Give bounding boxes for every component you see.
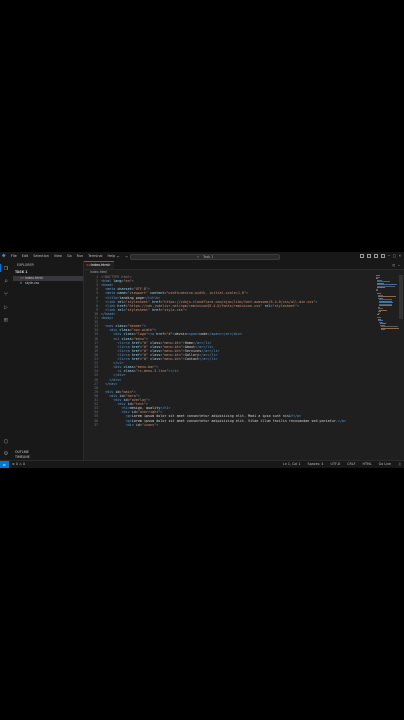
more-actions-icon[interactable]: … <box>398 263 400 267</box>
code-line[interactable]: <body> <box>101 316 113 320</box>
activity-bar: ❐ ⌕ ⑂ ▷ ⊞ ◯ ⚙ <box>0 261 14 460</box>
minimap-line <box>376 290 379 291</box>
menu-view[interactable]: View <box>54 254 62 259</box>
search-text: Task 1 <box>203 254 214 259</box>
menu-run[interactable]: Run <box>77 254 84 259</box>
split-editor-icon[interactable]: ◫ <box>393 263 395 267</box>
code-line[interactable]: <li><a href="#" class="menu-btn">Contact… <box>117 357 217 361</box>
history-nav: ← → <box>117 254 128 259</box>
editor-tabs: <> index.html × ◫ … <box>84 261 404 270</box>
minimap-line <box>379 305 393 306</box>
indentation[interactable]: Spaces: 4 <box>308 461 324 468</box>
code-line[interactable]: </nav> <box>105 382 117 386</box>
error-count: 0 <box>15 462 18 466</box>
layout-toggle-icon[interactable] <box>359 254 364 258</box>
scrollbar-thumb[interactable] <box>399 275 403 319</box>
code-line[interactable]: <p>Lorem ipsum dolor sit amet consectetu… <box>126 419 346 423</box>
source-control-icon[interactable]: ⑂ <box>2 290 10 298</box>
menu-selection[interactable]: Selection <box>33 254 49 259</box>
tab-close-icon[interactable]: × <box>108 263 111 268</box>
explorer-header: EXPLORER <box>17 263 34 267</box>
settings-gear-icon[interactable]: ⚙ <box>2 449 10 457</box>
code-line[interactable]: <i class="ri-menu-3-line"></i> <box>117 369 178 373</box>
tab-index-html[interactable]: <> index.html × <box>84 261 114 269</box>
file-style-css[interactable]: # style.css <box>13 281 83 286</box>
editor-actions: ◫ … <box>393 263 400 267</box>
line-number: 37 <box>94 422 98 427</box>
menu-file[interactable]: File <box>11 254 17 259</box>
minimize-icon[interactable]: – <box>388 254 390 258</box>
menu-bar: File Edit Selection View Go Run Terminal… <box>11 254 115 259</box>
problems-indicator[interactable]: ⊗ 0 ⚠ 0 <box>12 461 25 468</box>
customize-layout-icon[interactable] <box>380 254 385 258</box>
panel-toggle-icon[interactable] <box>366 254 371 258</box>
status-right: Ln 1, Col 1 Spaces: 4 UTF-8 CRLF HTML Go… <box>283 461 401 468</box>
run-debug-icon[interactable]: ▷ <box>2 303 10 311</box>
css-file-icon: # <box>20 281 22 285</box>
back-arrow-icon[interactable]: ← <box>117 254 119 259</box>
code-line[interactable]: <link rel="stylesheet" href="style.css"> <box>105 308 187 312</box>
go-live-button[interactable]: Go Live <box>379 461 391 468</box>
remote-icon[interactable]: ⇄ <box>0 461 9 468</box>
status-left: ⊗ 0 ⚠ 0 <box>12 461 25 468</box>
menu-edit[interactable]: Edit <box>22 254 29 259</box>
account-icon[interactable]: ◯ <box>2 437 10 445</box>
code-editor[interactable]: 1 <!DOCTYPE html> 2 <html lang="en"> 3 <head>… <box>84 275 374 460</box>
status-bar: ⇄ ⊗ 0 ⚠ 0 Ln 1, Col 1 Spaces: 4 UTF-8 CR… <box>0 460 404 468</box>
vscode-window: ◆ File Edit Selection View Go Run Termin… <box>0 252 404 468</box>
minimap-line <box>380 329 385 330</box>
end-of-line[interactable]: CRLF <box>347 461 355 468</box>
editor-scrollbar[interactable] <box>399 275 403 460</box>
file-name: style.css <box>25 281 40 285</box>
language-mode[interactable]: HTML <box>362 461 371 468</box>
notifications-bell-icon[interactable]: ♫ <box>398 461 401 468</box>
code-line[interactable]: <div id="icons"> <box>126 423 159 427</box>
command-center-search[interactable]: ⌕ Task 1 <box>130 253 280 260</box>
workspace-folder[interactable]: TASK 1 <box>15 270 28 274</box>
timeline-section[interactable]: TIMELINE <box>15 455 30 459</box>
forward-arrow-icon[interactable]: → <box>125 254 127 259</box>
menu-go[interactable]: Go <box>67 254 72 259</box>
file-name: index.html <box>25 276 43 280</box>
sidebar-toggle-icon[interactable] <box>373 254 378 258</box>
extensions-icon[interactable]: ⊞ <box>2 316 10 324</box>
outline-section[interactable]: OUTLINE <box>15 450 29 454</box>
explorer-icon[interactable]: ❐ <box>0 264 10 272</box>
minimap-line <box>376 314 379 315</box>
menu-help[interactable]: Help <box>108 254 116 259</box>
cursor-position[interactable]: Ln 1, Col 1 <box>283 461 301 468</box>
close-icon[interactable]: × <box>399 254 401 258</box>
warning-count: 0 <box>22 462 26 466</box>
tab-label: index.html <box>91 263 109 267</box>
explorer-sidebar: EXPLORER TASK 1 <>index.html # style.css … <box>13 261 84 460</box>
search-activity-icon[interactable]: ⌕ <box>2 277 10 285</box>
maximize-icon[interactable]: □ <box>393 254 395 258</box>
search-icon: ⌕ <box>197 254 200 259</box>
encoding[interactable]: UTF-8 <box>331 461 341 468</box>
menu-terminal[interactable]: Terminal <box>88 254 102 259</box>
minimap[interactable] <box>376 275 401 335</box>
vscode-logo-icon: ◆ <box>2 252 6 259</box>
window-controls: – □ × <box>359 254 401 258</box>
